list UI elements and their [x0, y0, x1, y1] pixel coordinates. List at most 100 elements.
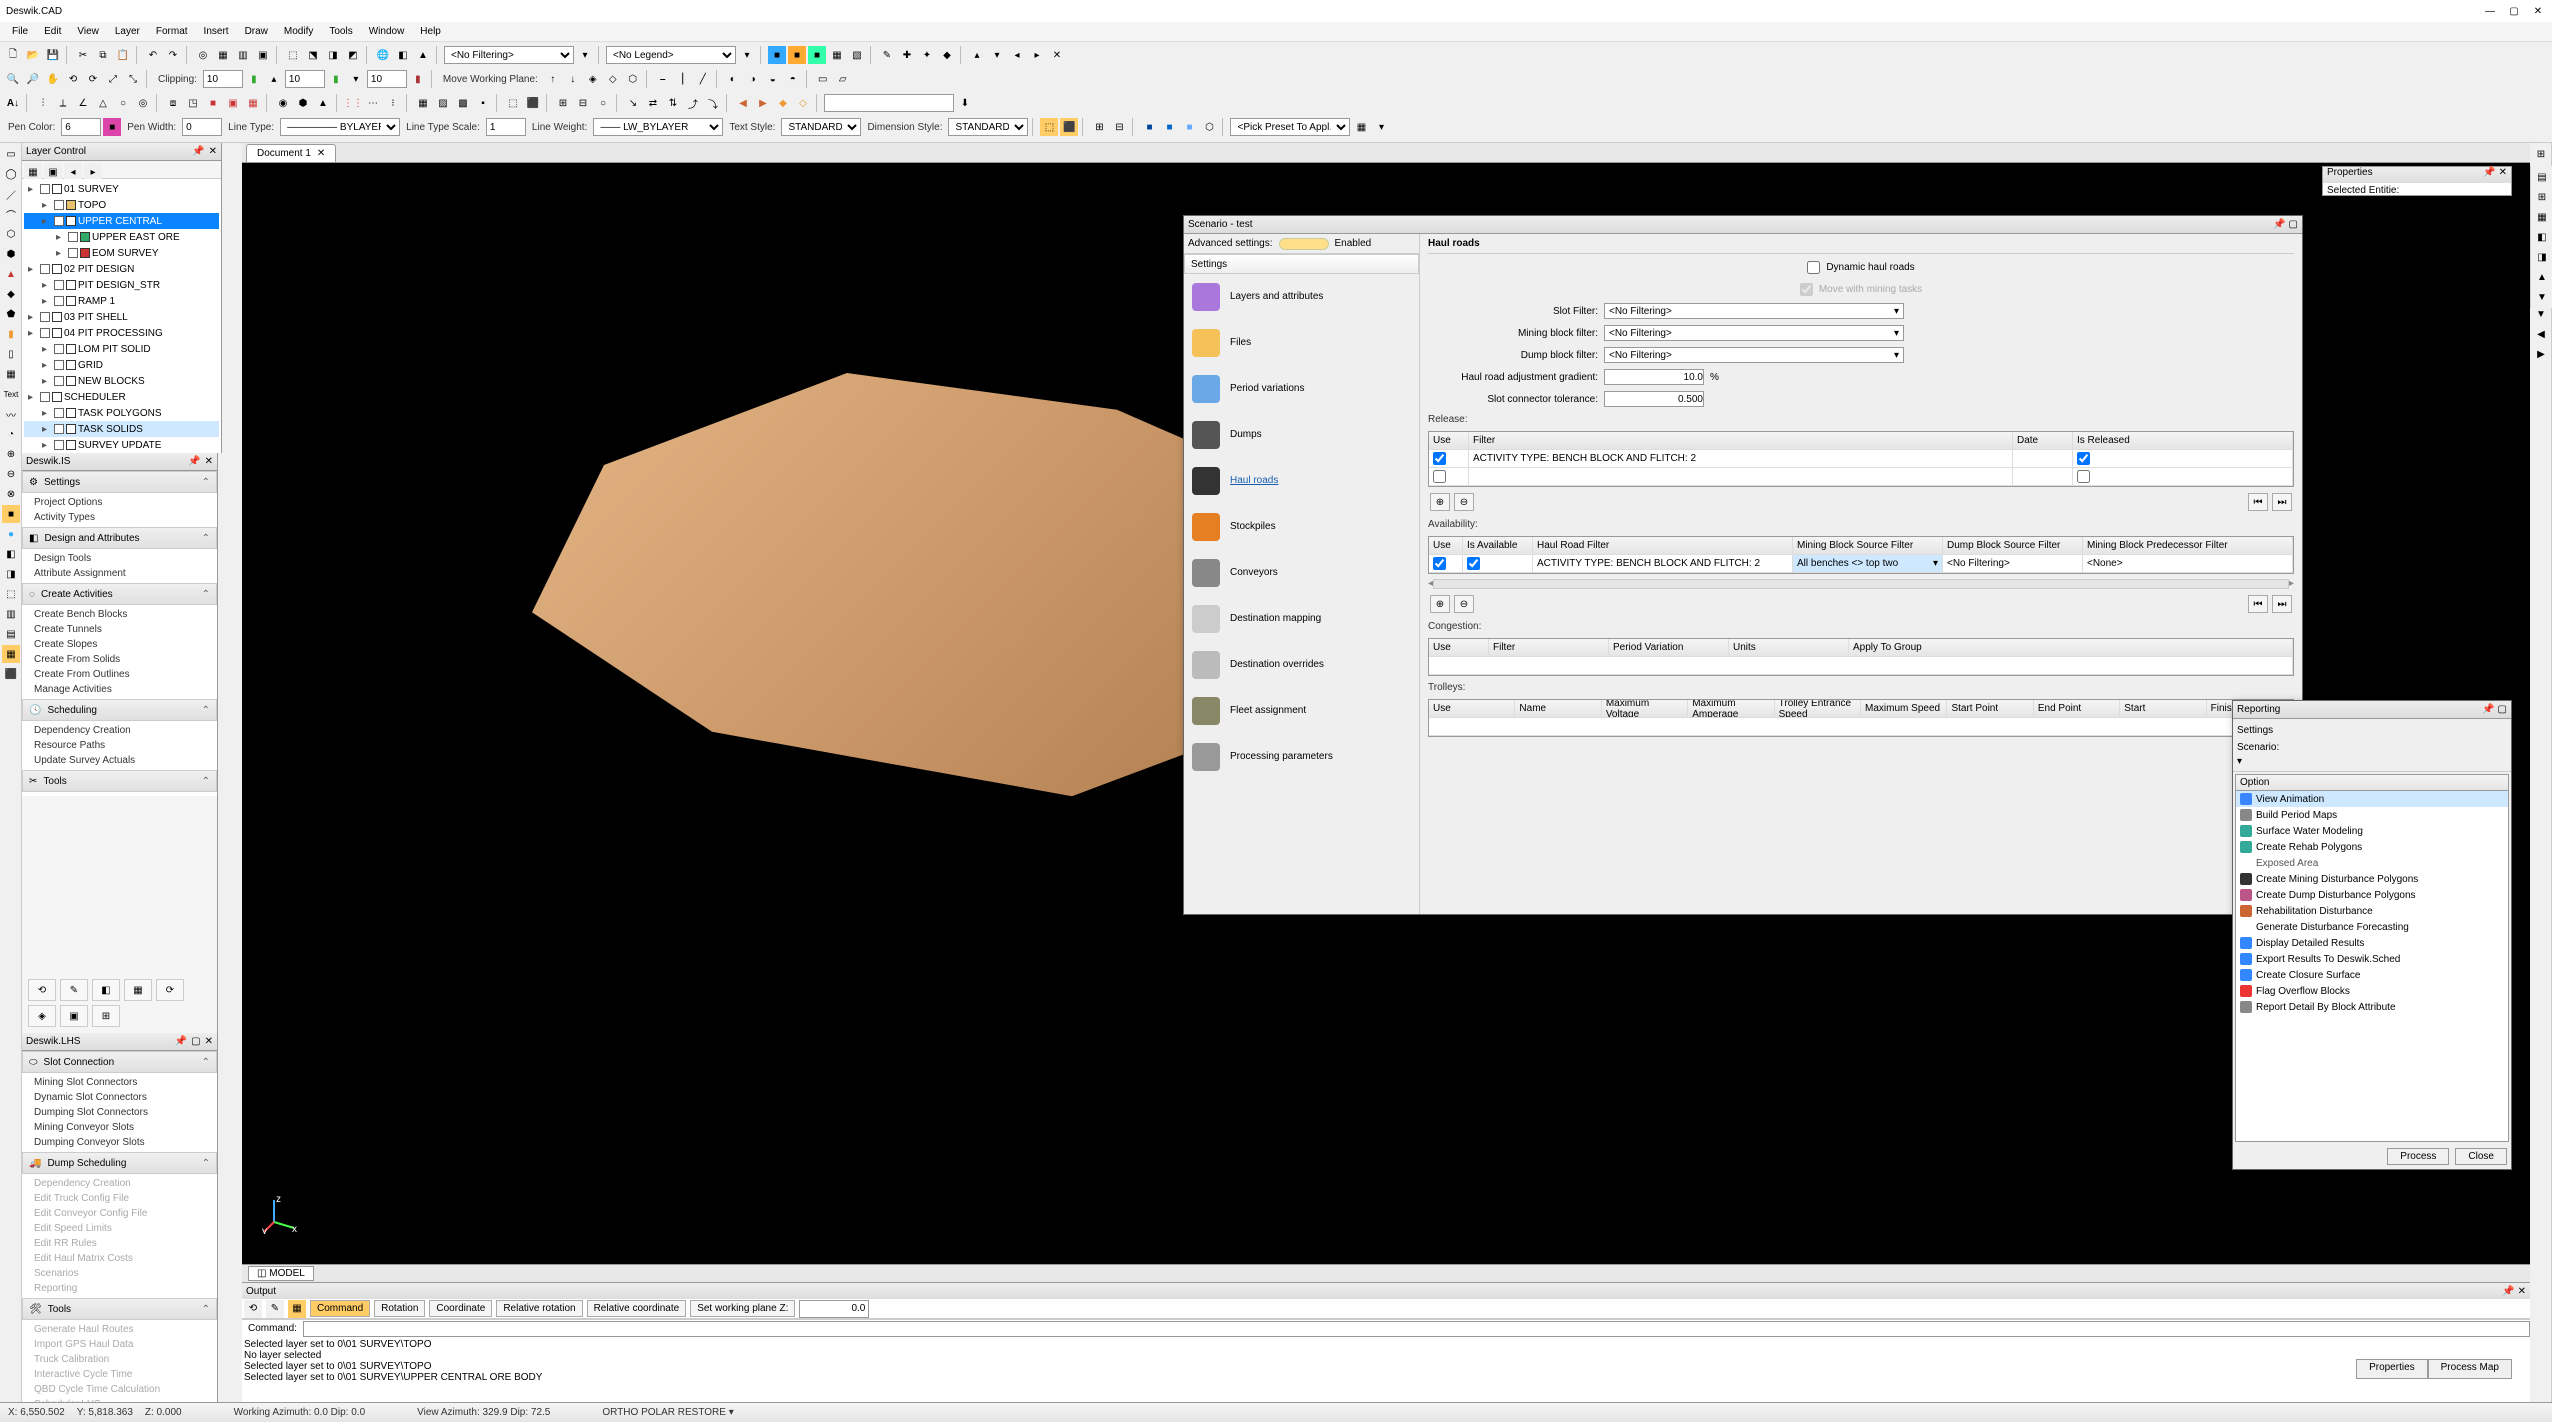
- tool-icon[interactable]: ◯: [2, 165, 20, 183]
- avail-dbs-cell[interactable]: <No Filtering>: [1943, 555, 2083, 572]
- clip-input3[interactable]: [367, 70, 407, 88]
- text-style-select[interactable]: STANDARD: [781, 118, 861, 136]
- tool-icon[interactable]: ⬛: [524, 94, 542, 112]
- tool-icon[interactable]: ▾: [576, 46, 594, 64]
- down-icon[interactable]: ↓: [564, 70, 582, 88]
- advanced-toggle[interactable]: [1279, 238, 1329, 250]
- legend-select[interactable]: <No Legend>: [606, 46, 736, 64]
- tool-icon[interactable]: ✎: [878, 46, 896, 64]
- tool-icon[interactable]: ⇄: [644, 94, 662, 112]
- release-isreleased-checkbox[interactable]: [2077, 470, 2090, 483]
- pen-color-input[interactable]: [61, 118, 101, 136]
- remove-row-icon[interactable]: ⊖: [1454, 493, 1474, 511]
- text-icon[interactable]: A↓: [4, 94, 22, 112]
- section-settings[interactable]: ⚙Settings⌃: [22, 471, 217, 493]
- tool-icon[interactable]: ⧈: [164, 94, 182, 112]
- tool-icon[interactable]: ■: [808, 46, 826, 64]
- report-option[interactable]: Create Closure Surface: [2236, 967, 2508, 983]
- tool-icon[interactable]: ○: [594, 94, 612, 112]
- layer-node[interactable]: ▸PIT DESIGN_STR: [24, 277, 219, 293]
- tool-icon[interactable]: ⬡: [624, 70, 642, 88]
- scenario-nav-haul-roads[interactable]: Haul roads: [1184, 458, 1419, 504]
- close-icon[interactable]: ✕: [2518, 1286, 2526, 1297]
- doc-tab[interactable]: Document 1✕: [246, 144, 336, 162]
- remove-row-icon[interactable]: ⊖: [1454, 595, 1474, 613]
- tool-icon[interactable]: ▨: [434, 94, 452, 112]
- lhs-item[interactable]: Edit Haul Matrix Costs: [28, 1251, 211, 1266]
- tool-icon[interactable]: ○: [114, 94, 132, 112]
- process-map-tab[interactable]: Process Map: [2428, 1359, 2512, 1379]
- dump-block-select[interactable]: <No Filtering>▾: [1604, 347, 1904, 363]
- tool-icon[interactable]: ▦: [2, 365, 20, 383]
- tool-icon[interactable]: ▥: [2, 605, 20, 623]
- menu-tools[interactable]: Tools: [321, 26, 360, 37]
- zoom-extents-icon[interactable]: 🔍: [4, 70, 22, 88]
- tool-icon[interactable]: ⬚: [2, 585, 20, 603]
- tool-icon[interactable]: ◨: [2533, 248, 2551, 266]
- tool-icon[interactable]: ▮: [245, 70, 263, 88]
- tool-icon[interactable]: ⬟: [2, 305, 20, 323]
- tool-icon[interactable]: ╱: [694, 70, 712, 88]
- tool-icon[interactable]: ✕: [1048, 46, 1066, 64]
- tool-icon[interactable]: ▣: [254, 46, 272, 64]
- maximize-button[interactable]: ▢: [2506, 3, 2522, 19]
- tool-icon[interactable]: ▧: [848, 46, 866, 64]
- avail-use-checkbox[interactable]: [1433, 557, 1446, 570]
- tool-icon[interactable]: ◆: [2, 285, 20, 303]
- search-input[interactable]: [824, 94, 954, 112]
- avail-hrf-cell[interactable]: ACTIVITY TYPE: BENCH BLOCK AND FLITCH: 2: [1533, 555, 1793, 572]
- tool-icon[interactable]: ▭: [814, 70, 832, 88]
- report-option[interactable]: Create Rehab Polygons: [2236, 839, 2508, 855]
- tool-icon[interactable]: ⊟: [1110, 118, 1128, 136]
- tool-icon[interactable]: ⤴: [684, 94, 702, 112]
- undo-icon[interactable]: ↶: [144, 46, 162, 64]
- section-item[interactable]: Create From Outlines: [28, 667, 211, 682]
- dim-style-select[interactable]: STANDARD: [948, 118, 1028, 136]
- report-option[interactable]: Display Detailed Results: [2236, 935, 2508, 951]
- add-row-icon[interactable]: ⊕: [1430, 493, 1450, 511]
- close-icon[interactable]: ✕: [2499, 167, 2507, 178]
- open-icon[interactable]: 📂: [24, 46, 42, 64]
- menu-modify[interactable]: Modify: [276, 26, 321, 37]
- tool-icon[interactable]: ■: [1180, 118, 1198, 136]
- lhs-item[interactable]: Generate Haul Routes: [28, 1322, 211, 1337]
- layer-node[interactable]: ▸EOM SURVEY: [24, 245, 219, 261]
- layer-node[interactable]: ▸TOPO: [24, 197, 219, 213]
- report-option[interactable]: Export Results To Deswik.Sched: [2236, 951, 2508, 967]
- tool-icon[interactable]: ⬢: [294, 94, 312, 112]
- axis-gizmo[interactable]: z x y: [262, 1194, 302, 1234]
- tool-icon[interactable]: ▦: [2533, 208, 2551, 226]
- layer-node[interactable]: ▸UPPER EAST ORE: [24, 229, 219, 245]
- tool-icon[interactable]: ∠: [74, 94, 92, 112]
- lhs-item[interactable]: Dumping Slot Connectors: [28, 1105, 211, 1120]
- tool-icon[interactable]: ⫶: [34, 94, 52, 112]
- tool-icon[interactable]: ▦: [414, 94, 432, 112]
- section-item[interactable]: Create Tunnels: [28, 622, 211, 637]
- redo-icon[interactable]: ↷: [164, 46, 182, 64]
- avail-mbs-cell[interactable]: All benches <> top two: [1797, 558, 1898, 569]
- scenario-nav-stockpiles[interactable]: Stockpiles: [1184, 504, 1419, 550]
- tool-icon[interactable]: ▼: [2533, 288, 2551, 306]
- layer-node[interactable]: ▸GRID: [24, 357, 219, 373]
- menu-view[interactable]: View: [69, 26, 107, 37]
- tool-icon[interactable]: ⬚: [1040, 118, 1058, 136]
- tool-icon[interactable]: ⟳: [84, 70, 102, 88]
- tool-icon[interactable]: ▦: [288, 1300, 306, 1318]
- tool-icon[interactable]: ⬚: [284, 46, 302, 64]
- tool-icon[interactable]: ⤡: [124, 70, 142, 88]
- line-type-scale-input[interactable]: [486, 118, 526, 136]
- tool-icon[interactable]: ⬚: [504, 94, 522, 112]
- layer-node[interactable]: ▸02 PIT DESIGN: [24, 261, 219, 277]
- rel-coordinate-button[interactable]: Relative coordinate: [587, 1300, 687, 1317]
- close-icon[interactable]: ✕: [205, 456, 213, 467]
- report-option[interactable]: Generate Disturbance Forecasting: [2236, 919, 2508, 935]
- tool-icon[interactable]: ◆: [774, 94, 792, 112]
- report-option[interactable]: Rehabilitation Disturbance: [2236, 903, 2508, 919]
- tool-icon[interactable]: ▯: [2, 345, 20, 363]
- layer-node[interactable]: ▸TASK SOLIDS: [24, 421, 219, 437]
- slot-tol-input[interactable]: [1604, 391, 1704, 407]
- lhs-item[interactable]: Reporting: [28, 1281, 211, 1296]
- report-option[interactable]: Exposed Area: [2236, 855, 2508, 871]
- set-wp-z-button[interactable]: Set working plane Z:: [690, 1300, 795, 1317]
- tool-icon[interactable]: ▴: [265, 70, 283, 88]
